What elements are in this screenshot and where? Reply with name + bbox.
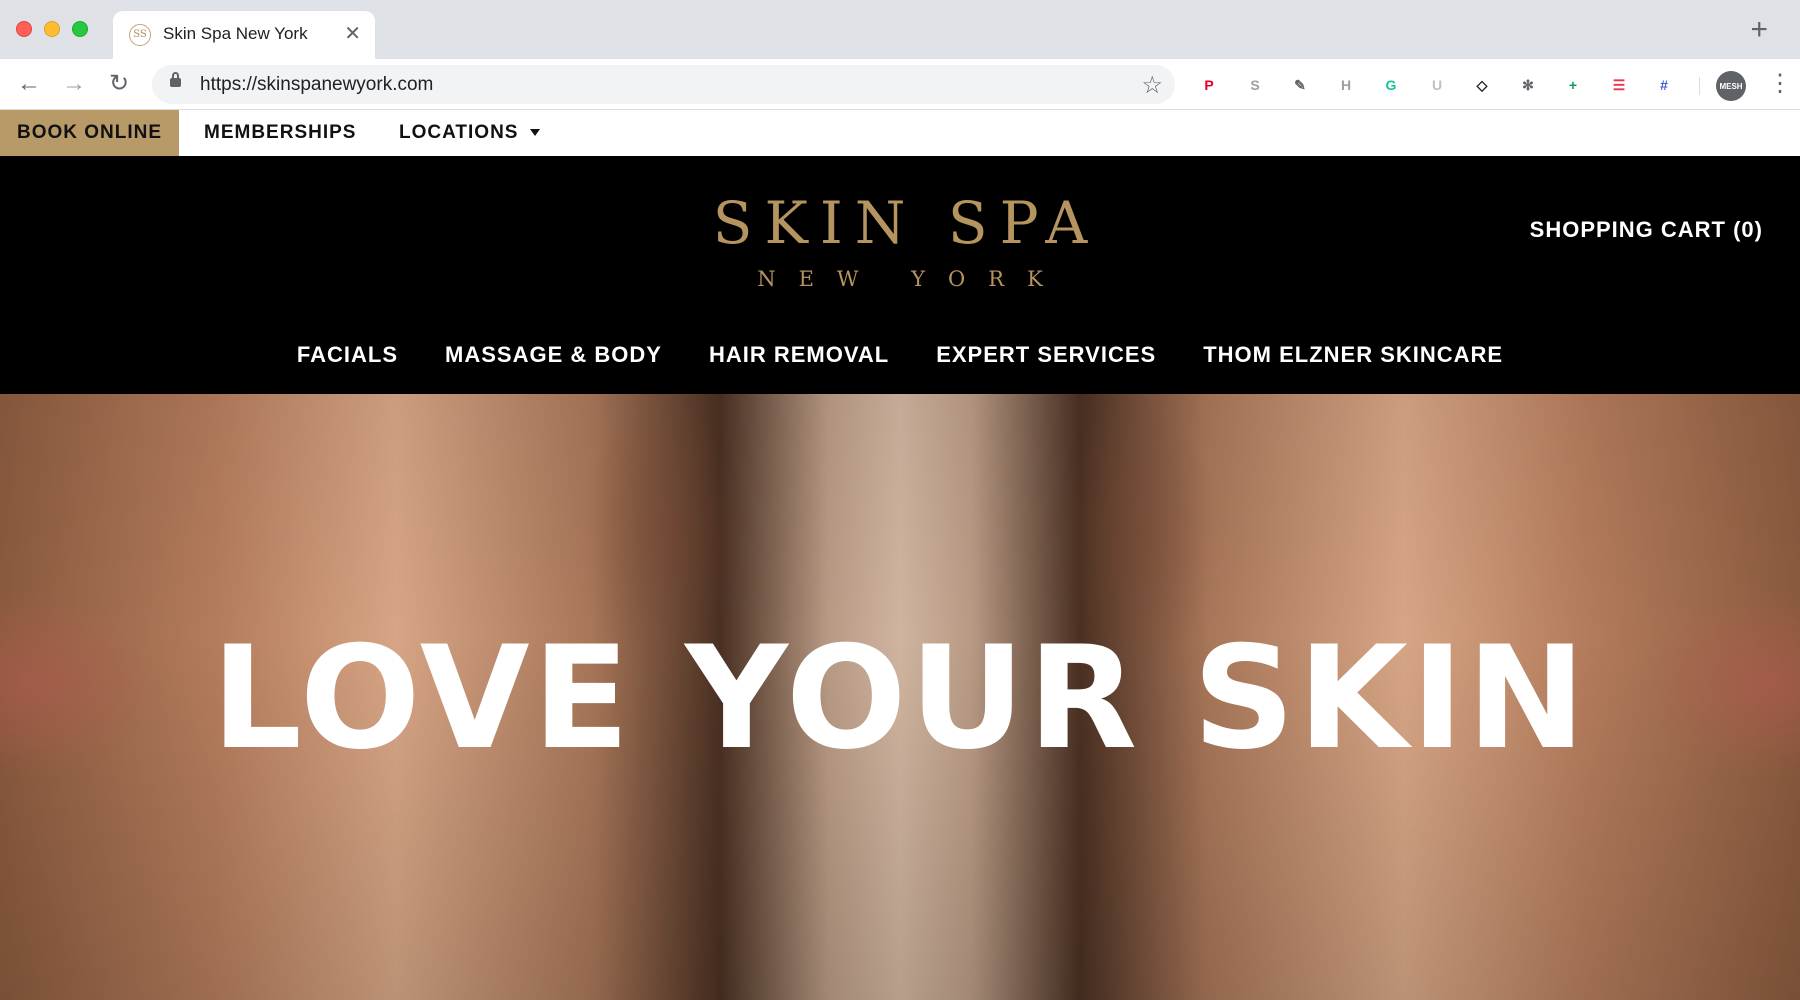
h-extension-icon[interactable]: H (1333, 72, 1359, 98)
forward-arrow-icon[interactable]: → (61, 72, 87, 98)
new-tab-button[interactable]: + (1750, 15, 1768, 45)
tab-title: Skin Spa New York (163, 24, 308, 43)
hero-title: LOVE YOUR SKIN (211, 616, 1589, 781)
u-extension-icon[interactable]: U (1424, 72, 1450, 98)
nav-massage-body[interactable]: MASSAGE & BODY (445, 342, 662, 368)
main-nav: FACIALS MASSAGE & BODY HAIR REMOVAL EXPE… (0, 342, 1800, 368)
minimize-window-button[interactable] (44, 21, 60, 37)
toolbar-divider (1699, 77, 1700, 95)
pinterest-icon[interactable]: P (1196, 72, 1222, 98)
plus-box-icon[interactable]: + (1560, 72, 1586, 98)
utility-bar: BOOK ONLINE MEMBERSHIPS LOCATIONS (0, 110, 1800, 156)
close-window-button[interactable] (16, 21, 32, 37)
grammarly-icon[interactable]: G (1378, 72, 1404, 98)
browser-menu-icon[interactable]: ⋮ (1768, 71, 1792, 99)
favicon-icon: SS (129, 24, 151, 46)
locations-dropdown[interactable]: LOCATIONS (399, 110, 518, 156)
nav-expert-services[interactable]: EXPERT SERVICES (936, 342, 1156, 368)
skype-icon[interactable]: S (1242, 72, 1268, 98)
hero-banner: LOVE YOUR SKIN (0, 394, 1800, 1000)
zoom-window-button[interactable] (72, 21, 88, 37)
memberships-link[interactable]: MEMBERSHIPS (204, 110, 356, 156)
site-header: SKIN SPA NEW YORK SHOPPING CART (0) FACI… (0, 156, 1800, 394)
frame-icon[interactable]: # (1651, 72, 1677, 98)
list-icon[interactable]: ☰ (1606, 72, 1632, 98)
book-online-button[interactable]: BOOK ONLINE (0, 110, 179, 156)
browser-toolbar: ← → ↻ https://skinspanewyork.com ☆ P S ✎ H G… (0, 59, 1800, 110)
browser-tab[interactable]: SS Skin Spa New York ✕ (113, 11, 375, 59)
bookmark-star-icon[interactable]: ☆ (1141, 71, 1163, 100)
eyedropper-icon[interactable]: ✎ (1287, 72, 1313, 98)
address-bar[interactable]: https://skinspanewyork.com ☆ (152, 65, 1175, 104)
browser-tab-bar: SS Skin Spa New York ✕ + (0, 0, 1800, 59)
logo-subtitle[interactable]: NEW YORK (0, 267, 1800, 291)
nav-hair-removal[interactable]: HAIR REMOVAL (709, 342, 889, 368)
url-text[interactable]: https://skinspanewyork.com (200, 74, 433, 96)
profile-avatar[interactable]: MESH (1716, 71, 1746, 101)
close-tab-icon[interactable]: ✕ (344, 22, 361, 46)
diamond-icon[interactable]: ◇ (1469, 72, 1495, 98)
snowflake-icon[interactable]: ✻ (1515, 72, 1541, 98)
lock-icon (170, 72, 181, 87)
reload-icon[interactable]: ↻ (106, 72, 132, 98)
back-arrow-icon[interactable]: ← (16, 72, 42, 98)
caret-down-icon[interactable] (530, 129, 540, 136)
shopping-cart-link[interactable]: SHOPPING CART (0) (1530, 217, 1763, 243)
nav-facials[interactable]: FACIALS (297, 342, 398, 368)
nav-thom-elzner-skincare[interactable]: THOM ELZNER SKINCARE (1203, 342, 1503, 368)
